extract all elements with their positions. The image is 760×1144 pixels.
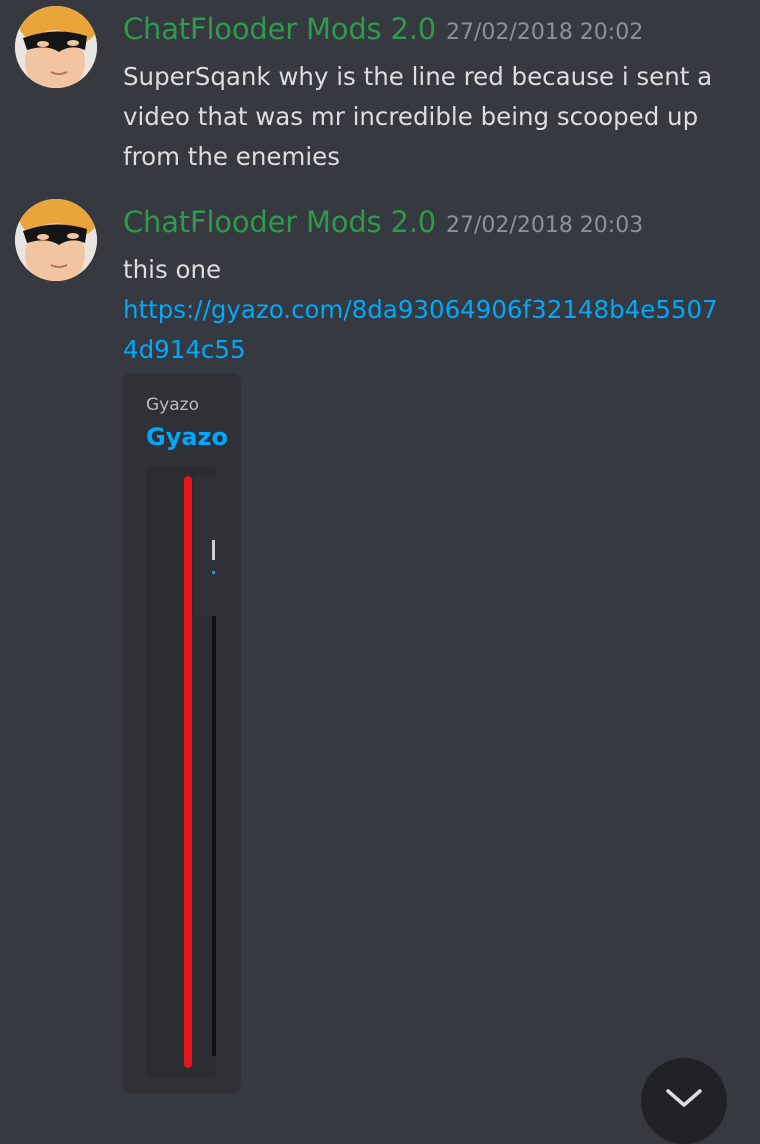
link-embed[interactable]: Gyazo Gyazo <box>123 373 241 1093</box>
avatar[interactable] <box>15 199 97 281</box>
author-name[interactable]: ChatFlooder Mods 2.0 <box>123 12 436 46</box>
message-header: ChatFlooder Mods 2.0 27/02/2018 20:03 <box>123 205 643 239</box>
video-frame-edge <box>212 616 216 1056</box>
embed-title[interactable]: Gyazo <box>146 423 228 451</box>
author-name[interactable]: ChatFlooder Mods 2.0 <box>123 205 436 239</box>
scroll-to-bottom-button[interactable] <box>641 1058 727 1144</box>
message-timestamp: 27/02/2018 20:03 <box>446 213 644 238</box>
message-header: ChatFlooder Mods 2.0 27/02/2018 20:02 <box>123 12 643 46</box>
video-text-fragment <box>212 540 215 560</box>
red-line <box>184 476 192 1068</box>
message-timestamp: 27/02/2018 20:02 <box>446 20 644 45</box>
embed-provider[interactable]: Gyazo <box>146 395 199 415</box>
avatar[interactable] <box>15 6 97 88</box>
message-body: this one <box>123 255 222 284</box>
message-link[interactable]: https://gyazo.com/8da93064906f32148b4e55… <box>123 290 733 370</box>
embed-video-thumbnail[interactable] <box>146 466 216 1078</box>
message-text: this one https://gyazo.com/8da93064906f3… <box>123 250 738 370</box>
message-text: SuperSqank why is the line red because i… <box>123 62 713 171</box>
video-link-fragment <box>212 571 215 574</box>
